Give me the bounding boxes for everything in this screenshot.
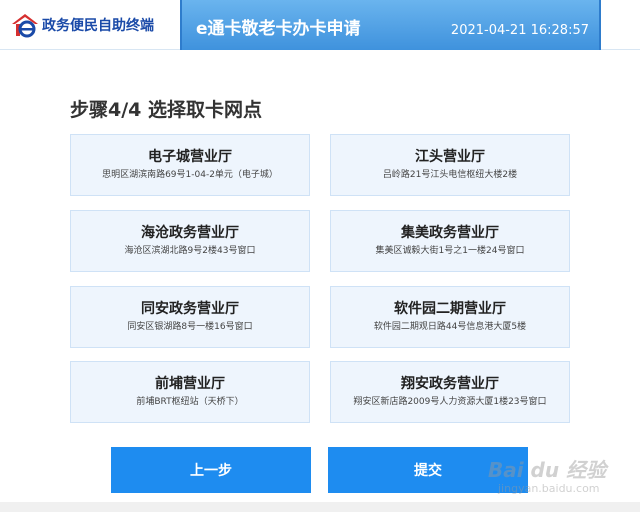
outlet-address: 同安区银湖路8号一楼16号窗口 [127, 322, 253, 332]
outlet-name: 集美政务营业厅 [401, 225, 499, 241]
outlet-card-haicang[interactable]: 海沧政务营业厅 海沧区滨湖北路9号2楼43号窗口 [70, 210, 310, 272]
logo-text: 政务便民自助终端 [42, 18, 154, 34]
logo: 政务便民自助终端 [10, 12, 154, 38]
outlet-card-jiangtou[interactable]: 江头营业厅 吕岭路21号江头电信枢纽大楼2楼 [330, 134, 570, 196]
baidu-watermark: Bai du 经验 jingyan.baidu.com [488, 452, 638, 502]
outlet-card-dianzicheng[interactable]: 电子城营业厅 思明区湖滨南路69号1-04-2单元（电子城） [70, 134, 310, 196]
title-bar: e通卡敬老卡办卡申请 2021-04-21 16:28:57 [180, 0, 601, 50]
outlet-address: 思明区湖滨南路69号1-04-2单元（电子城） [102, 170, 278, 180]
outlet-address: 吕岭路21号江头电信枢纽大楼2楼 [382, 170, 518, 180]
watermark-logo-text: Bai du 经验 [488, 458, 607, 482]
page-title: e通卡敬老卡办卡申请 [196, 19, 361, 39]
outlet-name: 江头营业厅 [415, 149, 485, 165]
outlet-card-qianpu[interactable]: 前埔营业厅 前埔BRT枢纽站（天桥下） [70, 361, 310, 423]
outlet-name: 海沧政务营业厅 [141, 225, 239, 241]
outlet-name: 电子城营业厅 [148, 149, 232, 165]
outlet-address: 翔安区新店路2009号人力资源大厦1楼23号窗口 [353, 397, 547, 407]
outlet-name: 软件园二期营业厅 [394, 301, 506, 317]
header-bar: 政务便民自助终端 e通卡敬老卡办卡申请 2021-04-21 16:28:57 [0, 0, 640, 50]
outlet-address: 前埔BRT枢纽站（天桥下） [136, 397, 244, 407]
outlet-address: 软件园二期观日路44号信息港大厦5楼 [373, 322, 527, 332]
outlet-card-software-park[interactable]: 软件园二期营业厅 软件园二期观日路44号信息港大厦5楼 [330, 286, 570, 348]
outlet-name: 同安政务营业厅 [141, 301, 239, 317]
outlet-name: 翔安政务营业厅 [401, 376, 499, 392]
footer-strip [0, 502, 640, 512]
outlet-address: 集美区诚毅大街1号之1一楼24号窗口 [375, 246, 525, 256]
outlet-card-jimei[interactable]: 集美政务营业厅 集美区诚毅大街1号之1一楼24号窗口 [330, 210, 570, 272]
outlet-card-tongan[interactable]: 同安政务营业厅 同安区银湖路8号一楼16号窗口 [70, 286, 310, 348]
outlet-address: 海沧区滨湖北路9号2楼43号窗口 [124, 246, 256, 256]
prev-step-button[interactable]: 上一步 [111, 447, 311, 493]
datetime-display: 2021-04-21 16:28:57 [450, 23, 589, 38]
outlet-card-xiangan[interactable]: 翔安政务营业厅 翔安区新店路2009号人力资源大厦1楼23号窗口 [330, 361, 570, 423]
outlet-name: 前埔营业厅 [155, 376, 225, 392]
house-logo-icon [12, 14, 38, 38]
step-title: 步骤4/4 选择取卡网点 [70, 99, 262, 121]
watermark-url: jingyan.baidu.com [498, 482, 600, 495]
